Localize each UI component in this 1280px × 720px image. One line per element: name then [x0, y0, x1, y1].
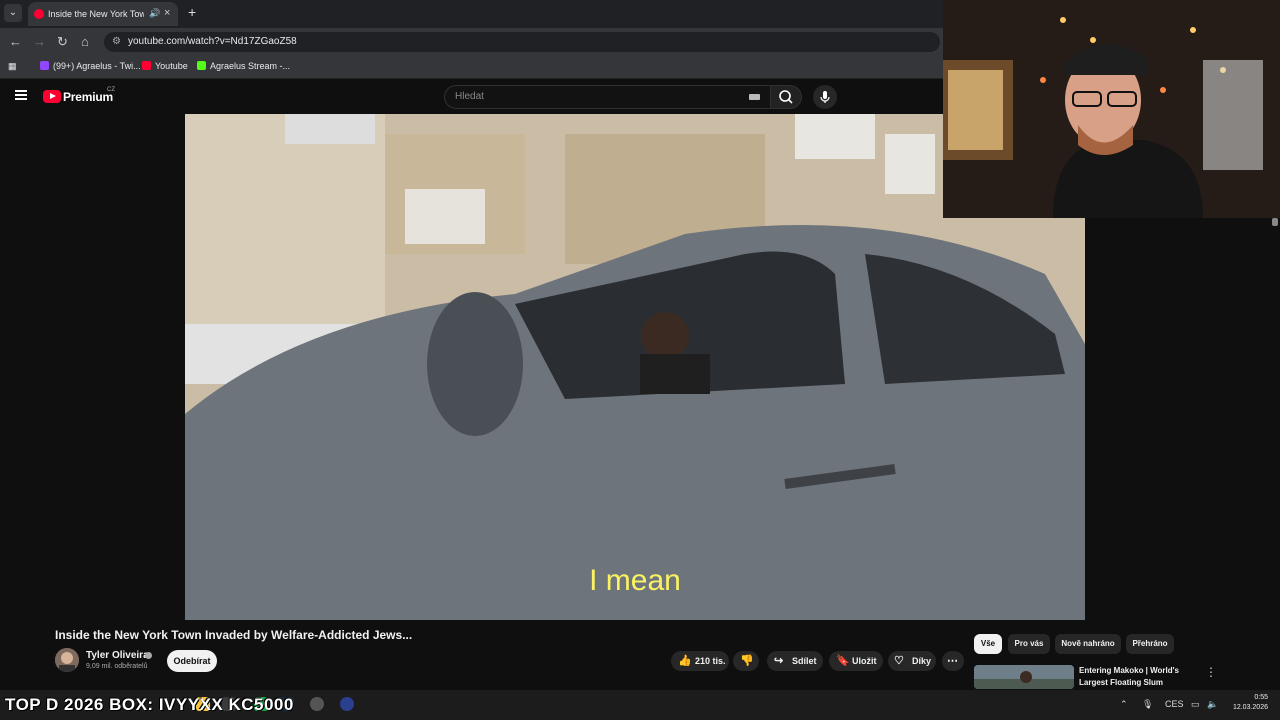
search-input[interactable]: Hledat — [444, 85, 772, 109]
search-placeholder: Hledat — [455, 91, 484, 102]
speaker-icon[interactable]: 🔊 — [149, 8, 160, 19]
bookmark-kick[interactable]: Agraelus Stream -... — [197, 61, 290, 71]
apps-icon[interactable]: ▦ — [8, 61, 17, 72]
avatar-image — [55, 648, 79, 672]
hamburger-menu-icon[interactable] — [15, 90, 27, 100]
chip-for-you[interactable]: Pro vás — [1008, 634, 1050, 654]
youtube-favicon-icon — [34, 9, 44, 19]
tab-title: Inside the New York Town I — [48, 9, 144, 19]
video-title: Inside the New York Town Invaded by Welf… — [55, 628, 413, 642]
thumbs-down-icon: 👎 — [740, 655, 754, 667]
recommendation-title[interactable]: Entering Makoko | World's Largest Floati… — [1079, 665, 1199, 689]
subscriber-count: 9,09 mil. odběratelů — [86, 663, 148, 670]
bookmark-youtube[interactable]: Youtube — [142, 61, 188, 71]
like-count: 210 tis. — [695, 656, 726, 666]
language-indicator[interactable]: CES — [1165, 699, 1184, 709]
thanks-button[interactable]: ♡ Díky — [888, 651, 936, 671]
save-button[interactable]: 🔖 Uložit — [829, 651, 883, 671]
app-round-icon[interactable] — [340, 697, 354, 711]
bookmark-icon: 🔖 — [836, 655, 850, 667]
thanks-label: Díky — [912, 656, 932, 666]
tab-search-icon[interactable]: ⌄ — [4, 4, 22, 22]
heart-dollar-icon: ♡ — [894, 655, 904, 667]
recommendation-thumbnail[interactable] — [974, 665, 1074, 689]
stream-overlay-text: TOP D 2026 BOX: IVYYXX KC5000 — [5, 695, 294, 714]
more-vertical-icon[interactable]: ⋮ — [1205, 665, 1217, 679]
more-horizontal-icon: ⋯ — [947, 655, 958, 667]
tab-close-icon[interactable]: × — [164, 7, 170, 19]
bookmark-twitch[interactable]: (99+) Agraelus - Twi... — [40, 61, 141, 71]
share-button[interactable]: ↪ Sdílet — [767, 651, 823, 671]
more-actions-button[interactable]: ⋯ — [942, 651, 964, 671]
share-label: Sdílet — [792, 656, 817, 666]
keyboard-icon[interactable] — [749, 94, 760, 100]
webcam-frame — [943, 0, 1280, 218]
clock-time: 0:55 — [1254, 694, 1268, 701]
clock-date: 12.03.2026 — [1232, 704, 1268, 711]
chip-all[interactable]: Vše — [974, 634, 1002, 654]
microphone-icon — [820, 91, 830, 103]
channel-name[interactable]: Tyler Oliveira — [86, 650, 149, 661]
thumbnail-image — [974, 665, 1074, 689]
search-icon — [779, 90, 793, 104]
address-bar[interactable]: ⚙ youtube.com/watch?v=Nd17ZGaoZ58 — [104, 32, 940, 52]
search-button[interactable] — [770, 85, 802, 109]
twitch-icon — [40, 61, 49, 70]
chip-watched[interactable]: Přehráno — [1126, 634, 1174, 654]
premium-logo-text[interactable]: Premium — [63, 90, 113, 104]
forward-icon[interactable]: → — [33, 34, 46, 49]
youtube-logo-icon[interactable] — [43, 90, 61, 103]
reload-icon[interactable]: ↻ — [57, 34, 68, 50]
verified-icon — [145, 652, 152, 659]
new-tab-icon[interactable]: + — [188, 4, 196, 20]
network-icon[interactable]: ▭ — [1191, 699, 1200, 710]
tray-microphone-icon[interactable]: 🎙 — [1142, 699, 1153, 710]
obs-icon[interactable] — [310, 697, 324, 711]
country-code: CZ — [107, 87, 115, 93]
system-clock[interactable]: 0:55 12.03.2026 — [1226, 693, 1268, 713]
url-text: youtube.com/watch?v=Nd17ZGaoZ58 — [128, 36, 297, 47]
share-icon: ↪ — [774, 655, 784, 667]
video-caption: I mean — [589, 564, 681, 597]
scrollbar-thumb[interactable] — [1272, 218, 1278, 226]
like-button[interactable]: 👍 210 tis. — [671, 651, 729, 671]
voice-search-button[interactable] — [813, 85, 837, 109]
channel-avatar[interactable] — [55, 648, 79, 672]
kick-icon — [197, 61, 206, 70]
save-label: Uložit — [852, 656, 877, 666]
webcam-overlay — [943, 0, 1280, 218]
thumbs-up-icon: 👍 — [678, 655, 692, 667]
site-info-icon[interactable]: ⚙ — [112, 36, 121, 47]
volume-icon[interactable]: 🔈 — [1207, 699, 1218, 710]
youtube-icon — [142, 61, 151, 70]
back-icon[interactable]: ← — [9, 34, 22, 49]
home-icon[interactable]: ⌂ — [81, 34, 89, 49]
subscribe-button[interactable]: Odebírat — [167, 650, 217, 672]
dislike-button[interactable]: 👎 — [733, 651, 759, 671]
chip-recently-uploaded[interactable]: Nově nahráno — [1055, 634, 1121, 654]
browser-tab[interactable]: Inside the New York Town I 🔊 × — [28, 2, 178, 26]
tray-chevron-icon[interactable]: ⌃ — [1120, 699, 1128, 710]
